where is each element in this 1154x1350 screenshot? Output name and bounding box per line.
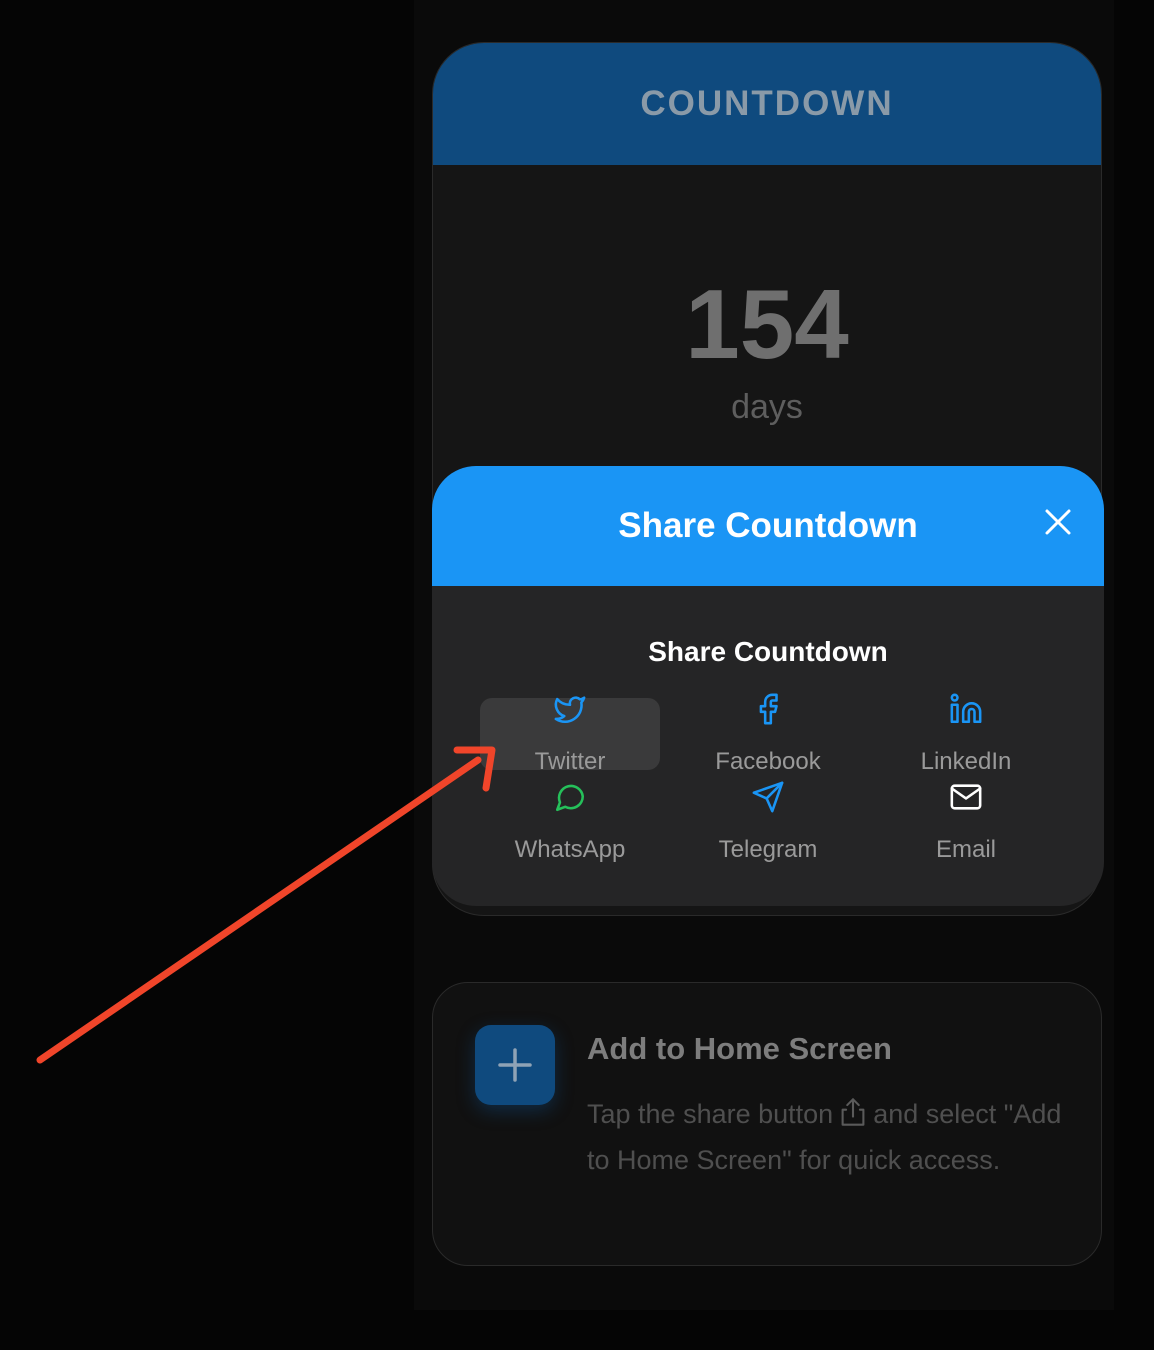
share-sheet: Share Countdown Share Countdown Twitter … xyxy=(432,466,1104,906)
home-card-instructions: Tap the share button and select "Add to … xyxy=(587,1091,1067,1183)
plus-icon xyxy=(498,1048,532,1082)
share-sheet-title: Share Countdown xyxy=(618,506,918,545)
add-button[interactable] xyxy=(475,1025,555,1105)
share-linkedin-button[interactable]: LinkedIn xyxy=(876,693,1056,775)
share-item-label: Email xyxy=(935,836,996,863)
share-telegram-button[interactable]: Telegram xyxy=(678,781,858,863)
countdown-header: COUNTDOWN xyxy=(433,43,1101,165)
facebook-icon xyxy=(759,693,778,725)
close-button[interactable] xyxy=(1038,502,1078,542)
share-facebook-button[interactable]: Facebook xyxy=(678,693,858,775)
share-email-button[interactable]: Email xyxy=(876,784,1056,863)
share-sheet-header: Share Countdown xyxy=(432,466,1104,586)
share-item-label: LinkedIn xyxy=(920,748,1012,775)
whatsapp-icon xyxy=(555,784,585,812)
close-icon xyxy=(1045,509,1071,535)
instructions-text: Tap the share button xyxy=(587,1099,834,1129)
days-value: 154 xyxy=(685,269,849,379)
share-item-label: Telegram xyxy=(718,836,818,863)
share-whatsapp-button[interactable]: WhatsApp xyxy=(480,784,660,863)
share-twitter-button[interactable]: Twitter xyxy=(480,696,660,775)
twitter-icon xyxy=(554,696,586,724)
telegram-icon xyxy=(752,781,784,813)
days-label: days xyxy=(731,388,803,426)
countdown-title: COUNTDOWN xyxy=(640,84,894,123)
share-icon xyxy=(841,1098,865,1126)
share-item-label: Facebook xyxy=(715,748,821,775)
mail-icon xyxy=(950,784,982,810)
share-sheet-subtitle: Share Countdown xyxy=(648,636,888,667)
share-item-label: WhatsApp xyxy=(514,836,626,863)
linkedin-icon xyxy=(950,693,982,724)
add-to-home-card: Add to Home Screen Tap the share button … xyxy=(432,982,1102,1266)
share-item-label: Twitter xyxy=(534,748,606,775)
home-card-title: Add to Home Screen xyxy=(587,1031,892,1066)
